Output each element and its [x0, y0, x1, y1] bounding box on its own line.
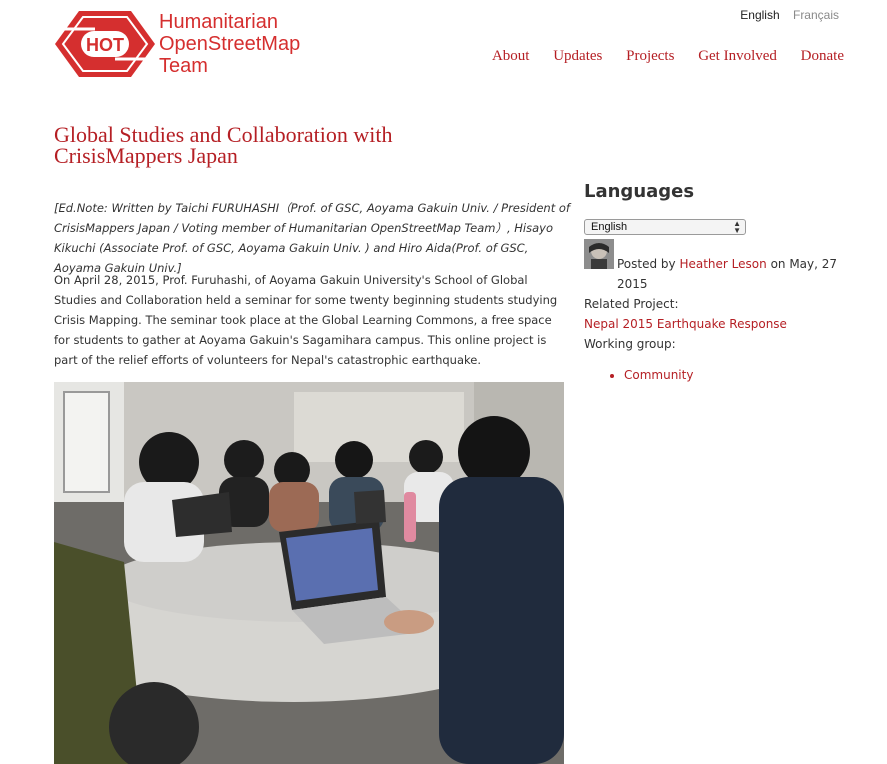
article-paragraph: On April 28, 2015, Prof. Furuhashi, of A… — [54, 273, 558, 367]
working-group-list: Community — [608, 365, 693, 385]
working-group-community-link[interactable]: Community — [624, 368, 693, 382]
updown-arrows-icon: ▲ ▼ — [733, 219, 741, 235]
working-group-label: Working group: — [584, 337, 676, 351]
logo-line-3: Team — [159, 55, 208, 77]
language-switcher: English Français — [730, 8, 839, 22]
editor-note: [Ed.Note: Written by Taichi FURUHASHI（Pr… — [54, 201, 570, 275]
logo-wordmark: Humanitarian OpenStreetMap Team — [159, 11, 300, 77]
seminar-photo — [54, 382, 564, 764]
working-group-item: Community — [624, 365, 693, 385]
posted-by-prefix: Posted by — [617, 257, 676, 271]
language-select-value: English — [591, 221, 628, 233]
nav-about[interactable]: About — [492, 48, 530, 64]
language-select[interactable]: English ▲ ▼ — [584, 219, 746, 235]
lang-french-link[interactable]: Français — [793, 8, 839, 22]
related-project-link[interactable]: Nepal 2015 Earthquake Response — [584, 317, 787, 331]
main-nav: About Updates Projects Get Involved Dona… — [472, 48, 844, 65]
post-meta: Posted by Heather Leson on May, 27 2015 … — [584, 254, 844, 354]
nav-get-involved[interactable]: Get Involved — [698, 48, 777, 64]
logo-line-1: Humanitarian — [159, 11, 278, 33]
related-project-label: Related Project: — [584, 297, 679, 311]
hot-logo[interactable]: HOT Humanitarian OpenStreetMap Team — [55, 11, 325, 77]
hot-logo-icon: HOT — [55, 11, 155, 77]
page-title: Global Studies and Collaboration with Cr… — [54, 122, 393, 168]
author-link[interactable]: Heather Leson — [679, 257, 766, 271]
logo-line-2: OpenStreetMap — [159, 33, 301, 55]
logo-badge-text: HOT — [86, 35, 124, 55]
nav-updates[interactable]: Updates — [553, 48, 602, 64]
nav-donate[interactable]: Donate — [801, 48, 844, 64]
lang-english-link[interactable]: English — [740, 8, 779, 22]
nav-projects[interactable]: Projects — [626, 48, 674, 64]
sidebar-languages-title: Languages — [584, 181, 695, 202]
posted-by-line: Posted by Heather Leson on May, 27 2015 — [584, 254, 844, 294]
